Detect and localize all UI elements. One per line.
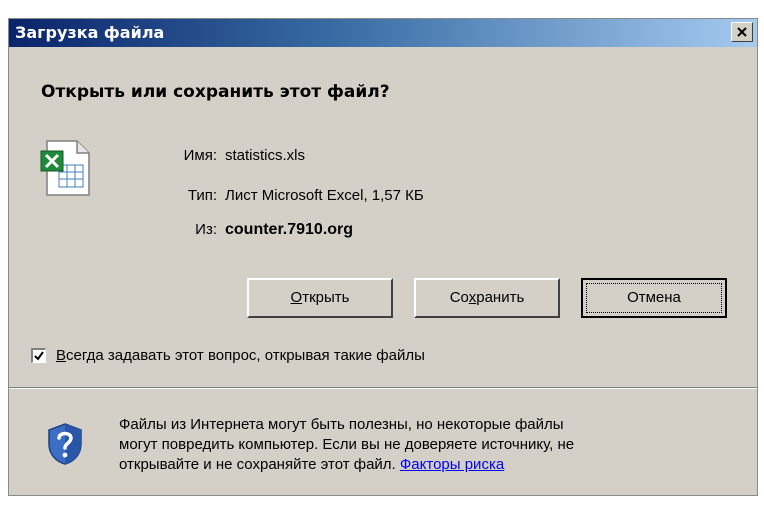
close-icon (737, 27, 747, 37)
security-shield-icon (48, 423, 82, 465)
file-type-label: Тип: (187, 187, 217, 204)
always-ask-checkbox[interactable] (31, 348, 46, 363)
warning-line-3: открывайте и не сохраняйте этот файл. Фа… (119, 455, 739, 475)
separator-highlight (9, 388, 757, 389)
file-source-value: counter.7910.org (225, 221, 354, 238)
file-source-label: Из: (195, 221, 217, 238)
close-button[interactable] (731, 22, 753, 42)
security-warning-text: Файлы из Интернета могут быть полезны, н… (119, 415, 739, 475)
file-name-value: statistics.xls (225, 147, 306, 164)
open-label: ткрыть (302, 289, 350, 306)
file-type-value: Лист Microsoft Excel, 1,57 КБ (225, 187, 424, 204)
warning-line-3-text: открывайте и не сохраняйте этот файл. (119, 456, 396, 473)
save-label-end: ранить (476, 289, 525, 306)
window-title: Загрузка файла (15, 23, 165, 42)
always-ask-mnemonic: В (56, 347, 67, 364)
open-mnemonic: О (290, 289, 303, 306)
warning-line-2: могут повредить компьютер. Если вы не до… (119, 436, 575, 453)
open-button[interactable]: Открыть (247, 278, 393, 318)
warning-line-1: Файлы из Интернета могут быть полезны, н… (119, 416, 564, 433)
save-label-start: Со (449, 289, 469, 306)
excel-file-icon (40, 140, 90, 196)
dialog-heading: Открыть или сохранить этот файл? (41, 82, 390, 102)
risk-factors-link[interactable]: Факторы риска (400, 456, 504, 473)
file-download-dialog: Загрузка файла Открыть или сохранить это… (8, 18, 758, 496)
title-bar[interactable]: Загрузка файла (9, 19, 757, 47)
file-name-label: Имя: (183, 147, 217, 164)
always-ask-label[interactable]: Всегда задавать этот вопрос, открывая та… (56, 347, 425, 364)
save-button[interactable]: Сохранить (414, 278, 560, 318)
focus-rectangle (586, 283, 722, 313)
always-ask-text: сегда задавать этот вопрос, открывая так… (66, 347, 425, 364)
checkmark-icon (34, 351, 44, 361)
cancel-button[interactable]: Отмена (581, 278, 727, 318)
